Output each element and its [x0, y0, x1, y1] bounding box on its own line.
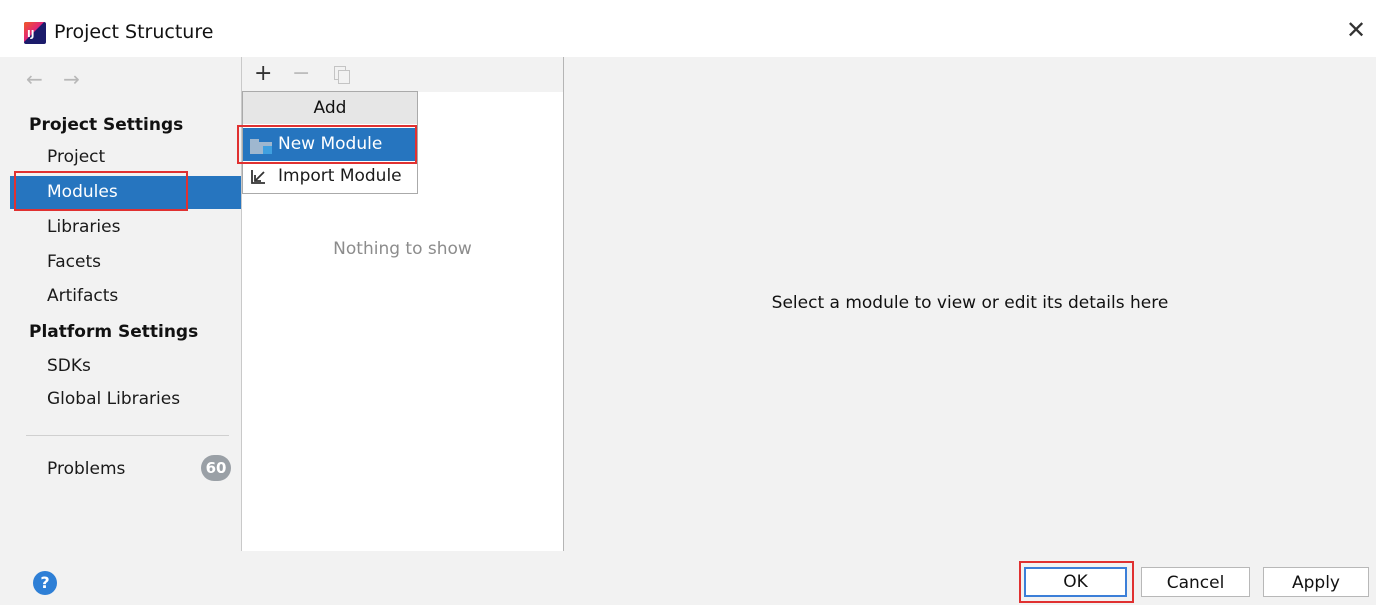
import-icon — [251, 170, 265, 184]
close-icon[interactable]: ✕ — [1344, 18, 1368, 42]
menu-item-import-module[interactable]: Import Module — [243, 160, 417, 193]
sidebar-item-problems[interactable]: Problems 60 — [10, 453, 241, 486]
problems-count-badge: 60 — [201, 455, 231, 481]
cancel-button[interactable]: Cancel — [1141, 567, 1250, 597]
empty-list-text: Nothing to show — [333, 239, 472, 259]
platform-settings-header: Platform Settings — [29, 322, 199, 342]
ok-button[interactable]: OK — [1024, 567, 1127, 597]
folder-module-icon — [250, 139, 272, 154]
add-icon[interactable]: + — [254, 61, 272, 87]
add-menu-header: Add — [243, 92, 417, 124]
sidebar-item-label: Modules — [47, 182, 118, 202]
help-icon[interactable]: ? — [33, 571, 57, 595]
sidebar-item-label: SDKs — [47, 356, 91, 376]
menu-item-label: Import Module — [278, 166, 402, 186]
settings-sidebar: ← → Project Settings Project Modules Lib… — [10, 57, 241, 551]
sidebar-item-artifacts[interactable]: Artifacts — [10, 280, 241, 313]
apply-button[interactable]: Apply — [1263, 567, 1369, 597]
sidebar-divider — [26, 435, 229, 436]
sidebar-item-sdks[interactable]: SDKs — [10, 350, 241, 383]
module-toolbar: + − — [242, 57, 563, 92]
copy-icon[interactable] — [334, 66, 350, 84]
menu-item-label: New Module — [278, 134, 383, 154]
sidebar-item-label: Global Libraries — [47, 389, 181, 409]
sidebar-item-label: Libraries — [47, 217, 121, 237]
nav-arrows: ← → — [26, 67, 94, 91]
sidebar-item-facets[interactable]: Facets — [10, 246, 241, 279]
forward-arrow-icon[interactable]: → — [63, 67, 80, 91]
menu-item-new-module[interactable]: New Module — [243, 128, 417, 161]
sidebar-item-label: Project — [47, 147, 106, 167]
remove-icon[interactable]: − — [292, 61, 310, 87]
details-placeholder-text: Select a module to view or edit its deta… — [771, 293, 1169, 313]
sidebar-item-global-libraries[interactable]: Global Libraries — [10, 383, 241, 416]
sidebar-item-label: Artifacts — [47, 286, 119, 306]
module-details-pane: Select a module to view or edit its deta… — [564, 57, 1376, 551]
sidebar-item-project[interactable]: Project — [10, 141, 241, 174]
sidebar-item-label: Facets — [47, 252, 101, 272]
sidebar-item-modules[interactable]: Modules — [10, 176, 241, 209]
intellij-idea-icon: IJ — [24, 22, 46, 44]
project-settings-header: Project Settings — [29, 115, 184, 135]
sidebar-item-libraries[interactable]: Libraries — [10, 211, 241, 244]
window-title: Project Structure — [54, 21, 214, 43]
add-popup-menu: Add New Module Import Module — [242, 91, 418, 194]
dialog-footer: ? OK Cancel Apply — [0, 551, 1376, 605]
back-arrow-icon[interactable]: ← — [26, 67, 43, 91]
title-bar: IJ Project Structure ✕ — [0, 0, 1376, 57]
sidebar-item-label: Problems — [47, 459, 126, 479]
